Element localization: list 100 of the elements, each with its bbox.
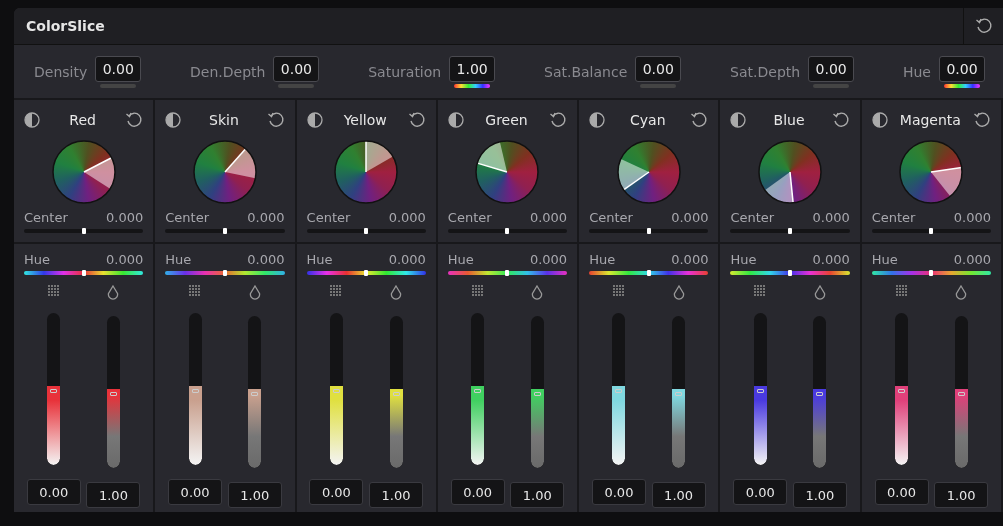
vertical-slider[interactable] xyxy=(954,316,968,468)
column-title: Skin xyxy=(209,112,239,128)
value-field[interactable]: 1.00 xyxy=(510,482,565,508)
reset-icon[interactable] xyxy=(549,111,568,129)
value-field[interactable]: 0.00 xyxy=(450,479,505,505)
value-field[interactable]: 1.00 xyxy=(86,482,141,508)
center-value: 0.000 xyxy=(388,210,426,225)
center-value: 0.000 xyxy=(247,210,285,225)
param-label: Sat.Depth xyxy=(730,63,801,80)
param-field[interactable]: 0.00 xyxy=(273,55,320,82)
vertical-slider[interactable] xyxy=(672,316,686,468)
contrast-icon[interactable] xyxy=(730,112,747,128)
contrast-icon[interactable] xyxy=(589,112,606,128)
hue-slider[interactable] xyxy=(165,271,285,275)
reset-icon[interactable] xyxy=(125,111,144,129)
param-label: Saturation xyxy=(368,63,442,80)
hue-slider[interactable] xyxy=(306,271,426,275)
value-field[interactable]: 0.00 xyxy=(309,479,364,505)
center-label: Center xyxy=(24,210,68,225)
dot-grid-icon xyxy=(189,285,202,297)
contrast-icon[interactable] xyxy=(165,112,182,128)
reset-all-icon[interactable] xyxy=(974,17,993,35)
reset-icon[interactable] xyxy=(831,111,850,129)
vertical-slider[interactable] xyxy=(813,316,827,468)
param-field[interactable]: 0.00 xyxy=(808,55,855,82)
value-field[interactable]: 1.00 xyxy=(934,482,989,508)
dot-grid-icon xyxy=(47,285,60,297)
contrast-icon[interactable] xyxy=(306,112,323,128)
drop-icon xyxy=(390,285,402,300)
param-field[interactable]: 0.00 xyxy=(635,55,682,82)
vertical-slider[interactable] xyxy=(389,316,403,468)
rainbow-scale xyxy=(943,83,980,88)
dot-grid-icon xyxy=(330,285,343,297)
hue-value: 0.000 xyxy=(953,252,991,267)
vertical-slider[interactable] xyxy=(47,313,61,465)
vertical-slider[interactable] xyxy=(471,313,485,465)
value-field[interactable]: 0.00 xyxy=(26,479,81,505)
column-title: Cyan xyxy=(630,112,666,128)
center-label: Center xyxy=(306,210,351,225)
column-title: Green xyxy=(485,112,528,128)
center-value: 0.000 xyxy=(671,210,709,225)
hue-slider[interactable] xyxy=(871,271,991,275)
vertical-slider[interactable] xyxy=(612,313,626,465)
window-title: ColorSlice xyxy=(25,18,105,34)
value-field[interactable]: 1.00 xyxy=(369,482,423,508)
column-title: Blue xyxy=(773,112,805,128)
vertical-slider[interactable] xyxy=(106,316,120,468)
dot-grid-icon xyxy=(471,285,484,297)
reset-icon[interactable] xyxy=(690,111,709,129)
reset-icon[interactable] xyxy=(266,111,285,129)
drop-icon xyxy=(107,285,120,300)
value-field[interactable]: 1.00 xyxy=(792,482,847,508)
value-field[interactable]: 0.00 xyxy=(874,479,929,505)
param-label: Sat.Balance xyxy=(544,63,628,80)
center-label: Center xyxy=(447,210,492,225)
value-field[interactable]: 1.00 xyxy=(651,482,706,508)
param-field[interactable]: 1.00 xyxy=(449,55,496,82)
dot-grid-icon xyxy=(895,285,908,297)
contrast-icon[interactable] xyxy=(871,112,888,128)
reset-icon[interactable] xyxy=(973,111,991,129)
param-label: Density xyxy=(34,63,88,80)
param-field[interactable]: 0.00 xyxy=(95,55,142,82)
value-field[interactable]: 0.00 xyxy=(591,479,646,505)
hue-label: Hue xyxy=(871,252,898,267)
hue-slider[interactable] xyxy=(589,271,709,275)
param-label: Hue xyxy=(902,63,931,80)
vertical-slider[interactable] xyxy=(895,313,908,465)
drop-icon xyxy=(531,285,544,300)
hue-slider[interactable] xyxy=(24,271,144,275)
vertical-slider[interactable] xyxy=(753,313,767,465)
hue-slider[interactable] xyxy=(730,271,850,275)
scale-indicator xyxy=(278,83,315,88)
contrast-icon[interactable] xyxy=(447,112,464,128)
scale-indicator xyxy=(813,83,850,88)
vertical-slider[interactable] xyxy=(530,316,544,468)
vertical-slider[interactable] xyxy=(188,313,202,465)
hue-label: Hue xyxy=(447,252,474,267)
center-label: Center xyxy=(730,210,775,225)
column-title: Magenta xyxy=(899,112,961,128)
hue-value: 0.000 xyxy=(106,252,144,267)
drop-icon xyxy=(955,285,968,300)
vertical-slider[interactable] xyxy=(248,316,262,468)
hue-value: 0.000 xyxy=(671,252,709,267)
contrast-icon[interactable] xyxy=(24,112,40,128)
center-label: Center xyxy=(589,210,633,225)
reset-icon[interactable] xyxy=(407,111,426,129)
drop-icon xyxy=(248,285,261,300)
hue-label: Hue xyxy=(306,252,333,267)
param-label: Den.Depth xyxy=(190,63,266,80)
value-field[interactable]: 0.00 xyxy=(733,479,788,505)
value-field[interactable]: 1.00 xyxy=(227,482,282,508)
drop-icon xyxy=(672,285,685,300)
hue-value: 0.000 xyxy=(529,252,568,267)
dot-grid-icon xyxy=(754,285,767,297)
value-field[interactable]: 0.00 xyxy=(168,479,223,505)
column-title: Red xyxy=(69,112,96,128)
hue-slider[interactable] xyxy=(447,271,568,275)
vertical-slider[interactable] xyxy=(329,313,343,465)
param-field[interactable]: 0.00 xyxy=(938,55,985,82)
hue-label: Hue xyxy=(24,252,50,267)
